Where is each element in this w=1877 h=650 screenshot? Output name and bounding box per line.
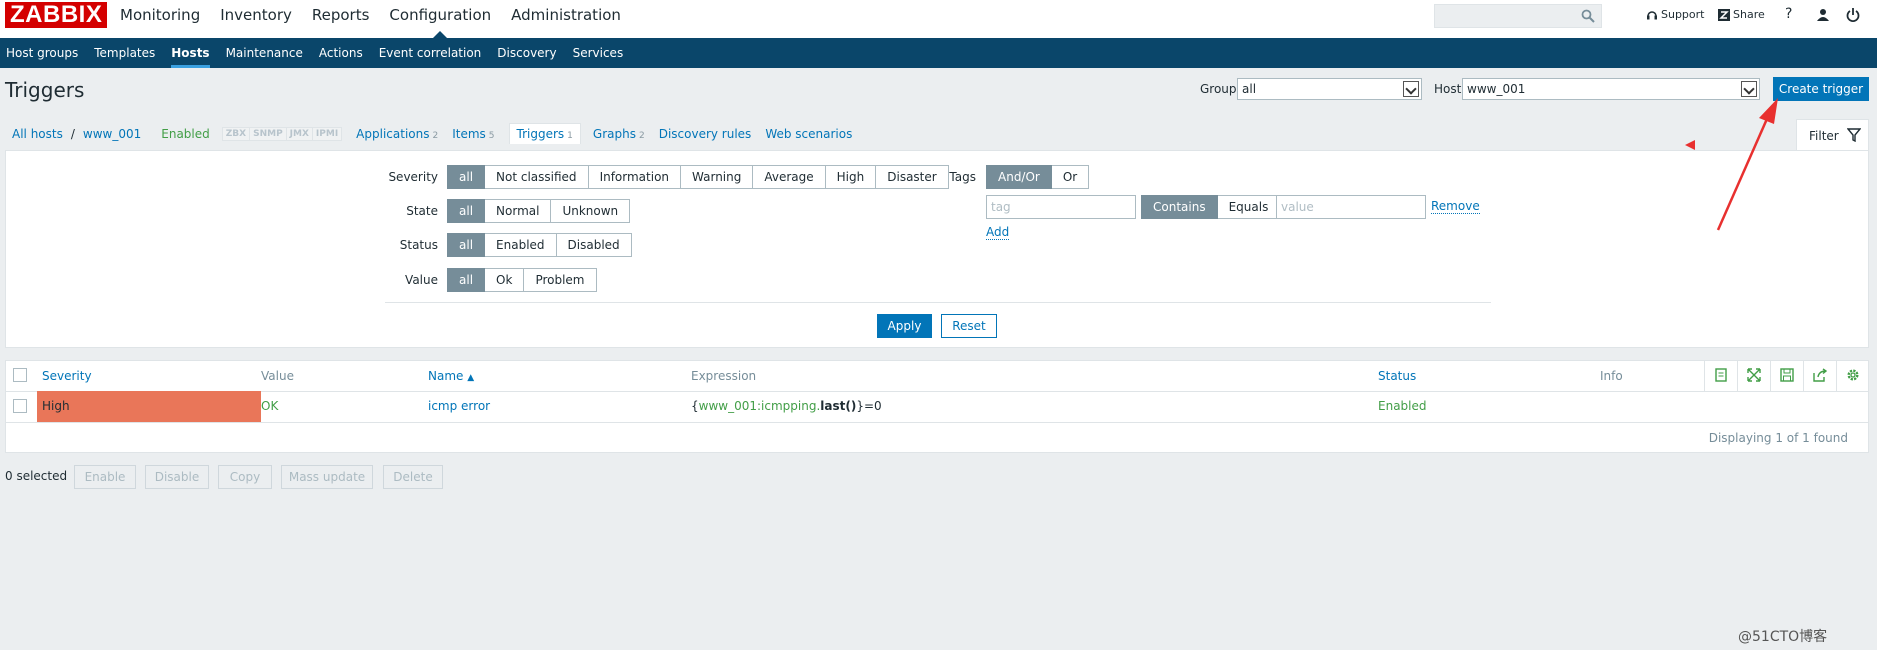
watermark: @51CTO博客	[1738, 629, 1828, 645]
annotation-arrow	[1685, 98, 1778, 231]
